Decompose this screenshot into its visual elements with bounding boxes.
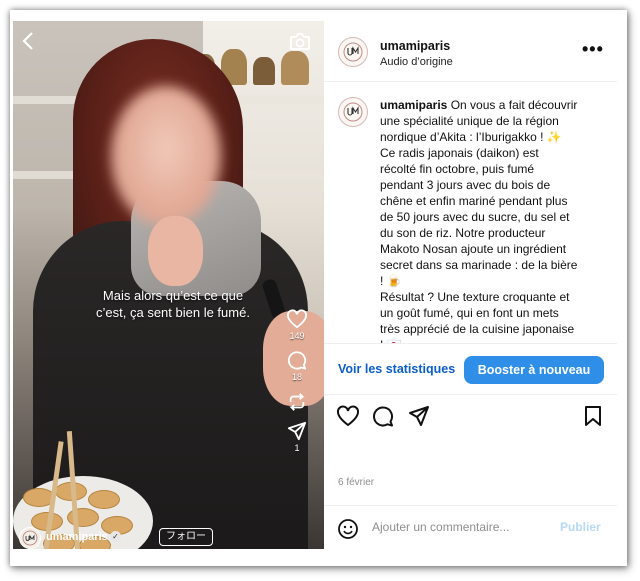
- video-footer: umamiparis ✓ フォロー: [13, 527, 324, 549]
- post-username[interactable]: umamiparis: [380, 39, 450, 53]
- caption-line: Makoto Nosan ajoute un ingrédient: [380, 242, 567, 256]
- audio-label[interactable]: Audio d’origine: [380, 56, 453, 68]
- share-action[interactable]: 1: [275, 421, 319, 454]
- caption-line: ! 🍺: [380, 274, 402, 288]
- post-header: umamiparis Audio d’origine •••: [324, 21, 617, 82]
- heart-icon[interactable]: [336, 405, 360, 432]
- caption-text: umamiparis On vous a fait découvrir une …: [380, 97, 602, 343]
- camera-icon[interactable]: [289, 31, 311, 51]
- avatar[interactable]: [338, 37, 368, 67]
- avatar[interactable]: [19, 527, 41, 549]
- caption-line: un goût fumé, qui en font un mets: [380, 306, 559, 320]
- caption-line: chêne et enfin mariné pendant plus: [380, 194, 568, 208]
- caption-line: très apprécié de la cuisine japonaise: [380, 322, 575, 336]
- like-action[interactable]: 149: [275, 309, 319, 342]
- post-date: 6 février: [338, 477, 375, 488]
- verified-icon: ✓: [110, 531, 121, 542]
- caption-line: nordique d’Akita : l’Iburigakko ! ✨: [380, 130, 562, 144]
- bookmark-icon[interactable]: [584, 405, 602, 432]
- emoji-icon[interactable]: [337, 518, 359, 545]
- blurred-face: [111, 86, 221, 226]
- more-options-icon[interactable]: •••: [582, 39, 604, 60]
- send-icon[interactable]: [287, 421, 307, 441]
- boost-again-button[interactable]: Booster à nouveau: [464, 356, 604, 384]
- reel-video[interactable]: Mais alors qu’est ce que c’est, ça sent …: [13, 21, 324, 549]
- post-caption: umamiparis On vous a fait découvrir une …: [324, 81, 617, 343]
- comment-action[interactable]: 18: [275, 350, 319, 383]
- caption-line: pendant 3 jours avec du bois de: [380, 178, 551, 192]
- umami-logo-icon: [22, 530, 38, 546]
- insights-bar: Voir les statistiques Booster à nouveau: [324, 343, 617, 395]
- caption-line: Résultat ? Une texture croquante et: [380, 290, 570, 304]
- video-subtitle: Mais alors qu’est ce que c’est, ça sent …: [53, 287, 293, 321]
- caption-line: de 50 jours avec du sucre, du sel et: [380, 210, 570, 224]
- view-insights-link[interactable]: Voir les statistiques: [338, 362, 455, 376]
- caption-username[interactable]: umamiparis: [380, 98, 447, 112]
- comment-bubble-icon[interactable]: [372, 405, 394, 432]
- repost-icon[interactable]: [287, 391, 307, 413]
- heart-icon[interactable]: [286, 309, 308, 329]
- caption-line: récolté fin octobre, puis fumé: [380, 162, 535, 176]
- post-details: umamiparis Audio d’origine ••• umamipari…: [324, 21, 617, 549]
- umami-logo-icon: [343, 42, 363, 62]
- comment-input[interactable]: Ajouter un commentaire...: [372, 520, 509, 534]
- comment-count: 18: [291, 372, 302, 382]
- caption-line: une spécialité unique de la région: [380, 114, 559, 128]
- caption-line: du son de riz. Notre producteur: [380, 226, 546, 240]
- caption-line: umamiparis On vous a fait découvrir: [380, 98, 578, 112]
- avatar[interactable]: [338, 97, 368, 127]
- comment-bubble-icon[interactable]: [287, 350, 307, 370]
- caption-line: secret dans sa marinade : de la bière: [380, 258, 578, 272]
- send-icon[interactable]: [408, 405, 430, 432]
- share-count: 1: [294, 443, 300, 453]
- umami-logo-icon: [343, 102, 363, 122]
- repost-action[interactable]: [275, 391, 319, 413]
- video-username[interactable]: umamiparis: [46, 531, 108, 543]
- publish-button[interactable]: Publier: [560, 520, 601, 534]
- reel-actions: 149 18 1: [275, 309, 319, 462]
- back-chevron-icon[interactable]: [21, 31, 41, 51]
- follow-button[interactable]: フォロー: [159, 528, 213, 546]
- caption-line: Ce radis japonais (daikon) est: [380, 146, 539, 160]
- add-comment-bar: Ajouter un commentaire... Publier: [324, 505, 617, 550]
- person-hand: [148, 216, 203, 286]
- subtitle-line: c’est, ça sent bien le fumé.: [96, 305, 250, 320]
- like-count: 149: [289, 331, 305, 341]
- subtitle-line: Mais alors qu’est ce que: [102, 288, 244, 303]
- post-actions: [324, 403, 617, 433]
